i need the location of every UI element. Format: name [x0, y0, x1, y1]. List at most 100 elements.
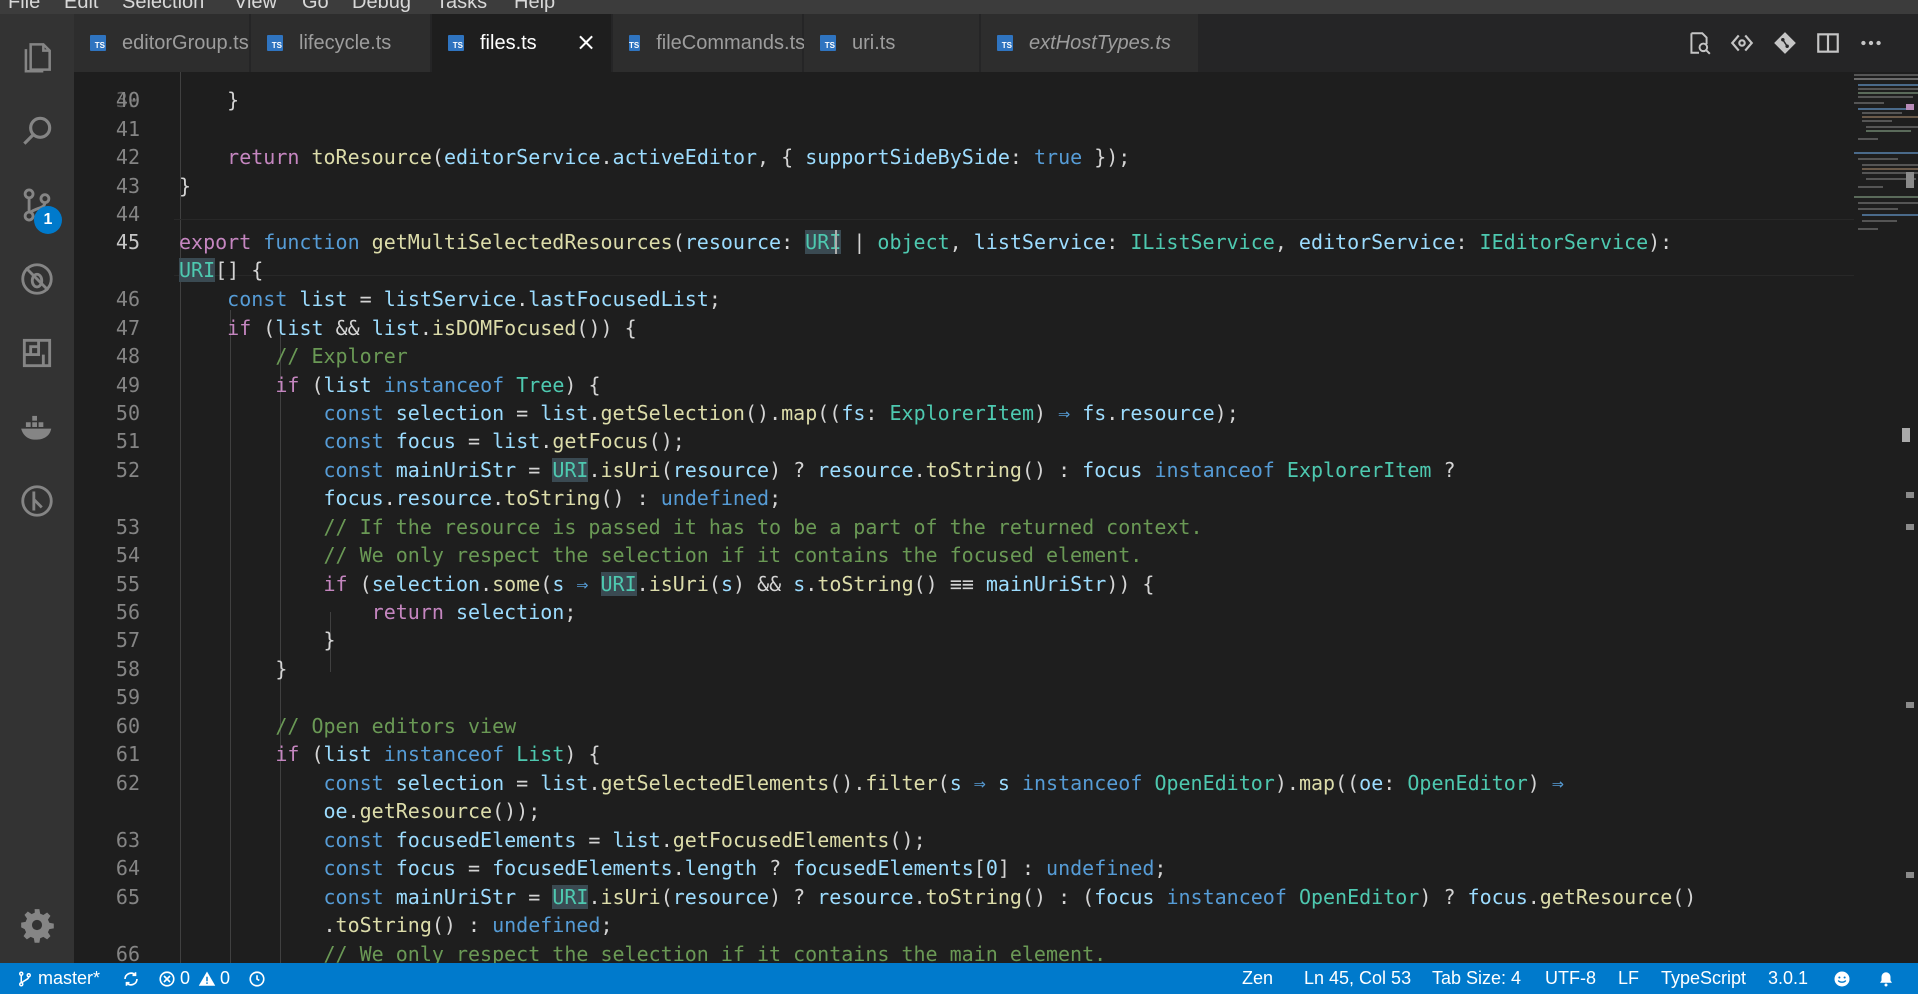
minimap[interactable] — [1854, 72, 1918, 372]
code-line: if (list instanceof Tree) { — [275, 373, 601, 397]
line-number: 55 — [115, 572, 140, 596]
line-number: 65 — [115, 885, 140, 909]
typescript-file-icon: TS — [267, 35, 283, 51]
code-line: oe.getResource()); — [323, 799, 541, 823]
typescript-file-icon: TS — [90, 35, 106, 51]
typescript-version[interactable]: 3.0.1 — [1768, 963, 1808, 994]
code-line: if (selection.some(s ⇒ URI.isUri(s) && s… — [323, 572, 1155, 596]
explorer-icon[interactable] — [0, 20, 74, 94]
tab-size[interactable]: Tab Size: 4 — [1432, 963, 1521, 994]
feedback-icon[interactable] — [1833, 963, 1851, 994]
code-line: .toString() : undefined; — [179, 913, 613, 937]
code-line: URI[] { — [179, 258, 264, 282]
line-number: 49 — [115, 373, 140, 397]
sync-status[interactable] — [122, 963, 140, 994]
tab-bar: TS editorGroup.ts TS lifecycle.ts TS fil… — [74, 14, 1918, 72]
line-number: 45 — [115, 230, 140, 254]
code-line: focus.resource.toString() : undefined; — [323, 486, 782, 510]
code-line: // Open editors view — [275, 714, 517, 738]
code-editor[interactable]: 39 40 41 42 43 44 45 46 47 48 49 50 51 5… — [74, 72, 1918, 963]
source-control-badge: 1 — [34, 206, 62, 234]
close-icon[interactable]: × — [575, 30, 597, 54]
clock-status[interactable] — [248, 963, 266, 994]
line-number: 52 — [115, 458, 140, 482]
language-mode[interactable]: TypeScript — [1661, 963, 1746, 994]
line-number: 62 — [115, 771, 140, 795]
menu-edit[interactable]: Edit — [64, 0, 98, 13]
more-actions-icon[interactable] — [1856, 28, 1886, 58]
code-line: } — [179, 88, 240, 112]
line-number: 64 — [115, 856, 140, 880]
line-number: 53 — [115, 515, 140, 539]
tab-uri[interactable]: TS uri.ts — [804, 14, 980, 72]
code-line: const mainUriStr = URI.isUri(resource) ?… — [323, 885, 1697, 909]
extensions-icon[interactable] — [0, 316, 74, 390]
line-number: 51 — [115, 429, 140, 453]
code-line: const mainUriStr = URI.isUri(resource) ?… — [323, 458, 1456, 482]
git-branch-icon — [19, 971, 31, 986]
source-control-icon[interactable] — [0, 168, 74, 242]
line-number: 57 — [115, 628, 140, 652]
line-number: 58 — [115, 657, 140, 681]
tab-editorgroup[interactable]: TS editorGroup.ts — [74, 14, 250, 72]
line-number: 66 — [115, 942, 140, 963]
split-editor-icon[interactable] — [1813, 28, 1843, 58]
menu-tasks[interactable]: Tasks — [436, 0, 487, 13]
find-references-icon[interactable] — [1684, 28, 1714, 58]
cursor-position[interactable]: Ln 45, Col 53 — [1304, 963, 1411, 994]
git-compare-icon[interactable] — [1770, 28, 1800, 58]
code-line: } — [179, 628, 336, 652]
code-line: // If the resource is passed it has to b… — [323, 515, 1203, 539]
menu-selection[interactable]: Selection — [122, 0, 204, 13]
search-icon[interactable] — [0, 94, 74, 168]
line-number: 50 — [115, 401, 140, 425]
notifications-icon[interactable] — [1877, 963, 1895, 994]
code-line: // We only respect the selection if it c… — [323, 942, 1107, 963]
tab-label: fileCommands.ts — [656, 31, 806, 54]
zen-mode[interactable]: Zen — [1242, 963, 1273, 994]
docker-icon[interactable] — [0, 390, 74, 464]
gear-icon[interactable] — [0, 888, 74, 962]
tab-filecommands[interactable]: TS fileCommands.ts — [613, 14, 806, 72]
text-cursor — [835, 230, 837, 254]
gitlens-icon[interactable] — [0, 464, 74, 538]
code-line: const focus = list.getFocus(); — [323, 429, 685, 453]
code-line: return toResource(editorService.activeEd… — [227, 145, 1131, 169]
line-number: 48 — [115, 344, 140, 368]
line-number: 44 — [115, 202, 140, 226]
clock-icon — [249, 970, 265, 987]
menu-file[interactable]: File — [8, 0, 40, 13]
open-changes-icon[interactable] — [1727, 28, 1757, 58]
encoding[interactable]: UTF-8 — [1545, 963, 1596, 994]
line-number: 43 — [115, 174, 140, 198]
line-number: 47 — [115, 316, 140, 340]
line-number: 60 — [115, 714, 140, 738]
typescript-file-icon: TS — [629, 35, 641, 51]
code-line: } — [179, 174, 192, 198]
branch-status[interactable]: master* — [16, 963, 100, 994]
debug-icon[interactable] — [0, 242, 74, 316]
tab-label: lifecycle.ts — [299, 31, 392, 54]
menu-view[interactable]: View — [234, 0, 277, 13]
problems-status[interactable]: 0 0 — [158, 963, 230, 994]
code-line: return selection; — [371, 600, 577, 624]
tab-files[interactable]: TS files.ts × — [432, 14, 612, 72]
menu-help[interactable]: Help — [514, 0, 555, 13]
error-icon — [159, 970, 175, 987]
typescript-file-icon: TS — [997, 35, 1013, 51]
tab-lifecycle[interactable]: TS lifecycle.ts — [251, 14, 431, 72]
line-number: 59 — [115, 685, 140, 709]
menu-go[interactable]: Go — [302, 0, 329, 13]
line-number: 42 — [115, 145, 140, 169]
code-line: } — [179, 657, 288, 681]
code-line: // Explorer — [275, 344, 408, 368]
code-line: const selection = list.getSelectedElemen… — [323, 771, 1564, 795]
tab-label: files.ts — [480, 31, 537, 54]
line-ending[interactable]: LF — [1618, 963, 1639, 994]
code-line: if (list instanceof List) { — [275, 742, 601, 766]
menu-debug[interactable]: Debug — [352, 0, 411, 13]
code-line: export function getMultiSelectedResource… — [179, 230, 1673, 254]
tab-exthosttypes[interactable]: TS extHostTypes.ts — [981, 14, 1199, 72]
status-bar: master* 0 0 Zen Ln 45, Col 53 Tab Size: … — [0, 963, 1918, 994]
branch-name: master* — [38, 968, 101, 988]
